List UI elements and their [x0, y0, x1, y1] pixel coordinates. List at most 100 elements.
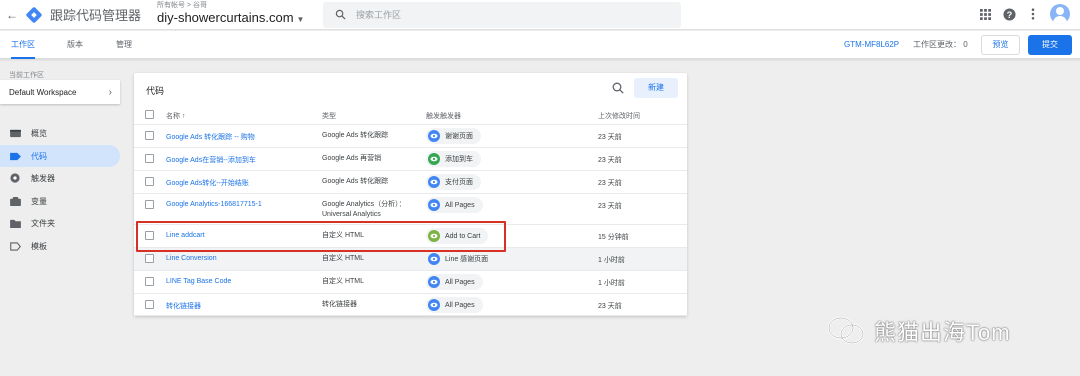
table-row[interactable]: LINE Tag Base Code 自定义 HTML All Pages 1 小时前 — [134, 271, 687, 294]
tag-icon — [9, 151, 21, 161]
trigger-label: 支付页面 — [445, 179, 473, 186]
tags-card: 代码 新建 名称 ↑ 类型 触发触发器 上次修改时间 Google Ads 转化… — [134, 73, 687, 316]
trigger-label: 添加到车 — [445, 156, 473, 163]
gtm-logo-icon — [25, 6, 43, 23]
sidebar-item-label: 变量 — [31, 196, 47, 206]
tag-name-link[interactable]: Google Ads在营销--添加到车 — [166, 155, 256, 165]
tag-type-line-2: Universal Analytics — [322, 211, 381, 218]
trigger-label: All Pages — [445, 201, 475, 209]
trigger-chip[interactable]: All Pages — [426, 197, 483, 213]
trigger-type-icon — [428, 276, 440, 288]
tag-type: 自定义 HTML — [322, 254, 364, 264]
column-header-trigger[interactable]: 触发触发器 — [426, 111, 461, 121]
container-id-label: GTM-MF8L62P — [844, 40, 900, 49]
table-row[interactable]: Google Ads转化--开始结账 Google Ads 转化跟踪 支付页面 23 … — [134, 171, 687, 194]
tag-type-line: Google Ads 转化跟踪 — [322, 178, 389, 185]
trigger-label: All Pages — [445, 278, 475, 286]
container-label: diy-showercurtains.com — [157, 10, 294, 25]
sidebar-item-folders[interactable]: 文件夹 — [0, 212, 120, 234]
trigger-chip[interactable]: All Pages — [426, 297, 483, 313]
row-checkbox[interactable] — [145, 154, 154, 163]
column-header-name[interactable]: 名称 ↑ — [166, 111, 185, 121]
column-header-type[interactable]: 类型 — [322, 111, 336, 121]
workspace-selector[interactable]: Default Workspace › — [0, 80, 120, 104]
tag-type-line: 自定义 HTML — [322, 278, 364, 285]
highlight-box — [136, 221, 506, 252]
row-checkbox[interactable] — [145, 277, 154, 286]
overview-icon — [9, 128, 21, 138]
changes-count: 0 — [963, 40, 968, 49]
submit-button[interactable]: 提交 — [1028, 35, 1072, 55]
tab-bar: 工作区 版本 管理 GTM-MF8L62P 工作区更改： 0 预览 提交 — [0, 31, 1080, 59]
row-checkbox[interactable] — [145, 177, 154, 186]
column-header-last-edited[interactable]: 上次修改时间 — [598, 111, 640, 121]
tag-name-link[interactable]: Google Ads 转化跟踪 -- 购物 — [166, 132, 255, 142]
sidebar-item-overview[interactable]: 概览 — [0, 122, 120, 144]
trigger-chip[interactable]: 添加到车 — [426, 151, 481, 167]
trigger-type-icon — [428, 199, 440, 211]
trigger-type-icon — [428, 153, 440, 165]
preview-button[interactable]: 预览 — [981, 35, 1020, 55]
sidebar-item-triggers[interactable]: 触发器 — [0, 167, 120, 189]
watermark-text: 熊猫出海Tom — [874, 320, 1011, 345]
table-row[interactable]: 转化链接器 转化链接器 All Pages 23 天前 — [134, 294, 687, 316]
tag-type: Google Ads 再营销 — [322, 154, 381, 164]
trigger-type-icon — [428, 130, 440, 142]
table-row[interactable]: Google Ads 转化跟踪 -- 购物 Google Ads 转化跟踪 谢谢页面… — [134, 125, 687, 148]
search-icon[interactable] — [612, 82, 624, 94]
sidebar-item-tags[interactable]: 代码 — [0, 145, 120, 167]
trigger-label: 谢谢页面 — [445, 133, 473, 140]
row-checkbox[interactable] — [145, 254, 154, 263]
help-icon[interactable]: ? — [1002, 7, 1016, 21]
app-title: 跟踪代码管理器 — [50, 8, 142, 23]
container-name[interactable]: diy-showercurtains.com ▼ — [157, 10, 317, 28]
row-checkbox[interactable] — [145, 131, 154, 140]
last-edited: 23 天前 — [598, 157, 622, 164]
sidebar-item-templates[interactable]: 模板 — [0, 235, 120, 257]
more-vert-icon[interactable] — [1026, 7, 1040, 21]
select-all-checkbox[interactable] — [145, 110, 154, 119]
account-breadcrumb: 所有帐号 > 谷哥 — [157, 2, 207, 9]
trigger-chip[interactable]: All Pages — [426, 274, 483, 290]
tag-name-link[interactable]: LINE Tag Base Code — [166, 278, 231, 285]
sidebar-item-variables[interactable]: 变量 — [0, 190, 120, 212]
workspace-changes: 工作区更改： 0 — [913, 31, 968, 59]
changes-label: 工作区更改： — [913, 40, 961, 49]
tag-type: Google Ads 转化跟踪 — [322, 177, 388, 187]
tab-versions[interactable]: 版本 — [67, 31, 83, 59]
tag-name-link[interactable]: 转化链接器 — [166, 301, 201, 311]
row-checkbox[interactable] — [145, 200, 154, 209]
last-edited: 1 小时前 — [598, 257, 625, 264]
last-edited: 1 小时前 — [598, 280, 625, 287]
tab-workspace[interactable]: 工作区 — [11, 31, 35, 59]
tag-type: 转化链接器 — [322, 300, 357, 310]
back-arrow-icon[interactable]: ← — [4, 8, 20, 22]
tag-type: Google Ads 转化跟踪 — [322, 131, 388, 141]
avatar[interactable] — [1050, 4, 1070, 24]
table-row[interactable]: Google Ads在营销--添加到车 Google Ads 再营销 添加到车 23 … — [134, 148, 687, 171]
tag-type-line: 自定义 HTML — [322, 255, 364, 262]
trigger-chip[interactable]: 谢谢页面 — [426, 128, 481, 144]
sidebar-item-label: 代码 — [31, 151, 47, 161]
tag-name-link[interactable]: Line Conversion — [166, 255, 217, 262]
container-switcher[interactable]: 所有帐号 > 谷哥 diy-showercurtains.com ▼ — [157, 1, 317, 28]
workspace-search[interactable]: 搜索工作区 — [323, 1, 681, 28]
folder-icon — [9, 218, 21, 228]
tag-name-link[interactable]: Google Analytics-166817715-1 — [166, 201, 262, 208]
new-tag-button[interactable]: 新建 — [634, 78, 678, 98]
template-icon — [9, 241, 21, 251]
table-header: 名称 ↑ 类型 触发触发器 上次修改时间 — [134, 105, 687, 125]
last-edited: 23 天前 — [598, 203, 622, 210]
trigger-chip[interactable]: Line 感谢页面 — [426, 251, 497, 267]
last-edited: 23 天前 — [598, 303, 622, 310]
tab-admin[interactable]: 管理 — [116, 31, 132, 59]
variable-icon — [9, 196, 21, 206]
apps-grid-icon[interactable] — [978, 7, 992, 21]
wechat-icon — [828, 317, 864, 344]
tag-type-line: 转化链接器 — [322, 301, 357, 308]
last-edited: 15 分钟前 — [598, 234, 629, 241]
dropdown-caret-icon: ▼ — [296, 15, 305, 24]
trigger-chip[interactable]: 支付页面 — [426, 174, 481, 190]
row-checkbox[interactable] — [145, 300, 154, 309]
tag-name-link[interactable]: Google Ads转化--开始结账 — [166, 178, 249, 188]
